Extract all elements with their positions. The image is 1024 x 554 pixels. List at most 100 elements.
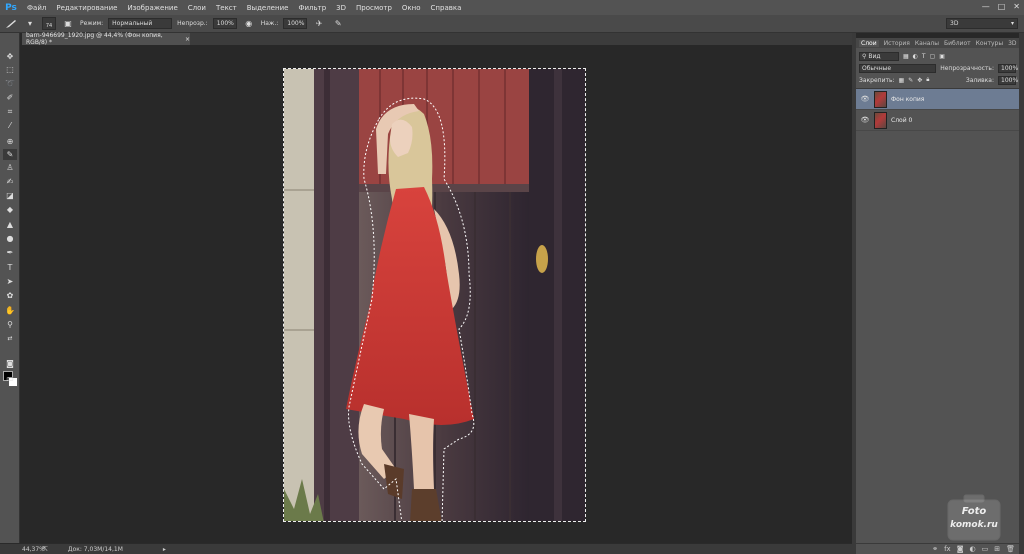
eye-icon[interactable]: 👁︎ [860,116,870,124]
adjustment-icon[interactable]: ◐ [970,545,976,553]
menu-3d[interactable]: 3D [331,4,351,12]
new-layer-icon[interactable]: ⊞ [994,545,1000,553]
filter-adjustment-icon[interactable]: ◐ [913,53,918,60]
maximize-button[interactable]: □ [998,2,1006,11]
document-info: Док: 7,03M/14,1M [67,545,123,553]
type-tool-icon[interactable]: T [3,262,17,273]
zoom-level[interactable]: 44,37% [0,546,45,553]
menu-image[interactable]: Изображение [122,4,182,12]
crop-tool-icon[interactable]: ⌗ [3,106,17,117]
marquee-tool-icon[interactable]: ⬚ [3,64,17,75]
chevron-right-icon[interactable]: ▸ [123,546,166,553]
canvas-area[interactable] [21,45,851,543]
layer-filter-select[interactable]: ⚲ Вид [859,51,899,61]
airbrush-icon[interactable]: ✈ [312,18,326,30]
group-icon[interactable]: ▭ [982,545,989,553]
blend-mode-select[interactable]: Обычные [859,63,937,73]
menu-bar: Ps Файл Редактирование Изображение Слои … [0,0,1024,15]
gradient-tool-icon[interactable]: ◆ [3,204,17,215]
document-tab[interactable]: barn-946699_1920.jpg @ 44,4% (Фон копия,… [22,32,190,46]
menu-edit[interactable]: Редактирование [51,4,122,12]
brush-tool-preset-icon[interactable] [4,18,18,30]
status-bar: 44,37% ⇱ Док: 7,03M/14,1M ▸ [0,543,852,554]
opacity-field[interactable]: 100% [212,18,237,29]
tab-3d[interactable]: 3D [1008,40,1016,47]
menu-select[interactable]: Выделение [242,4,294,12]
fx-icon[interactable]: fx [944,545,951,553]
document-tab-title: barn-946699_1920.jpg @ 44,4% (Фон копия,… [26,32,163,46]
menu-view[interactable]: Просмотр [351,4,397,12]
brush-tool-icon[interactable]: ✎ [3,149,17,160]
quick-select-tool-icon[interactable]: ✐ [3,92,17,103]
trash-icon[interactable]: 🗑︎ [1006,545,1015,553]
tab-layers[interactable]: Слои [859,39,879,47]
eraser-tool-icon[interactable]: ◪ [3,190,17,201]
lock-pixels-icon[interactable]: ✎ [908,77,913,84]
brush-size-picker[interactable]: 74 [42,17,56,30]
menu-layers[interactable]: Слои [183,4,211,12]
move-tool-icon[interactable]: ✥ [3,51,17,62]
healing-brush-tool-icon[interactable]: ⊕ [3,136,17,147]
dodge-tool-icon[interactable]: ● [3,233,17,244]
filter-type-icon[interactable]: T [922,53,926,60]
blend-row: Обычные Непрозрачность: 100% [856,62,1019,74]
close-tab-icon[interactable]: × [185,36,190,43]
menu-window[interactable]: Окно [397,4,426,12]
history-brush-tool-icon[interactable]: ✍ [3,176,17,187]
swap-colors-icon[interactable]: ⇄ [3,333,17,344]
menu-file[interactable]: Файл [22,4,51,12]
tab-history[interactable]: История [884,40,910,47]
fill-field[interactable]: 100% [998,75,1018,85]
layer-name: Фон копия [891,95,925,103]
brush-panel-icon[interactable]: ▣ [61,18,75,30]
screen-mode-icon[interactable]: ▭ [3,373,17,384]
lasso-tool-icon[interactable]: ➰ [3,78,17,89]
lock-position-icon[interactable]: ✥ [917,77,922,84]
filter-smart-icon[interactable]: ▣ [939,53,945,60]
lock-transparent-icon[interactable]: ▦ [899,77,905,84]
tab-paths[interactable]: Контуры [976,40,1003,47]
flow-label: Наж.: [260,20,279,27]
close-button[interactable]: ✕ [1013,2,1020,11]
layer-row-fon-kopiya[interactable]: 👁︎ Фон копия [856,89,1019,110]
search-icon: ⚲ [862,52,867,60]
lock-row: Закрепить: ▦ ✎ ✥ 🔒︎ Заливка: 100% [856,74,1019,86]
mode-select[interactable]: Нормальный [108,18,173,29]
options-bar: ▾ 74 ▣ Режим: Нормальный Непрозр.: 100% … [0,15,1024,33]
layer-row-sloy-0[interactable]: 👁︎ Слой 0 [856,110,1019,131]
minimize-button[interactable]: — [982,2,990,11]
photo-image [284,69,585,521]
size-pressure-icon[interactable]: ✎ [331,18,345,30]
quick-mask-icon[interactable]: ◙ [3,358,17,369]
flow-field[interactable]: 100% [283,18,308,29]
menu-filter[interactable]: Фильтр [293,4,331,12]
filter-shape-icon[interactable]: ▢ [930,53,936,60]
clone-stamp-tool-icon[interactable]: ♙ [3,162,17,173]
lock-all-icon[interactable]: 🔒︎ [926,76,929,84]
document-canvas-photo[interactable] [283,68,586,522]
chevron-down-icon[interactable]: ▾ [23,18,37,30]
filter-pixel-icon[interactable]: ▦ [903,53,909,60]
menu-help[interactable]: Справка [426,4,467,12]
shape-tool-icon[interactable]: ✿ [3,290,17,301]
blur-tool-icon[interactable]: ▲ [3,219,17,230]
panel-collapse-strip[interactable] [1019,33,1024,554]
pen-tool-icon[interactable]: ✒ [3,247,17,258]
eye-icon[interactable]: 👁︎ [860,95,870,103]
zoom-tool-icon[interactable]: ⚲ [3,319,17,330]
layer-opacity-field[interactable]: 100% [998,63,1018,73]
path-selection-tool-icon[interactable]: ➤ [3,276,17,287]
link-icon[interactable]: ⚭ [932,545,938,553]
opacity-pressure-icon[interactable]: ◉ [242,18,256,30]
menu-type[interactable]: Текст [211,4,242,12]
tab-libraries[interactable]: Библиот [944,40,971,47]
photoshop-logo[interactable]: Ps [0,0,22,15]
workspace-select[interactable]: 3D ▾ [946,18,1018,29]
eyedropper-tool-icon[interactable]: ⁄ [3,120,17,131]
mask-icon[interactable]: ◙ [957,545,964,553]
hand-tool-icon[interactable]: ✋ [3,305,17,316]
watermark-logo: Foto komok.ru [946,492,1002,542]
tab-channels[interactable]: Каналы [915,40,939,47]
document-tab-bar: barn-946699_1920.jpg @ 44,4% (Фон копия,… [22,32,852,46]
layers-panel: Слои История Каналы Библиот Контуры 3D ⚲… [856,38,1019,554]
